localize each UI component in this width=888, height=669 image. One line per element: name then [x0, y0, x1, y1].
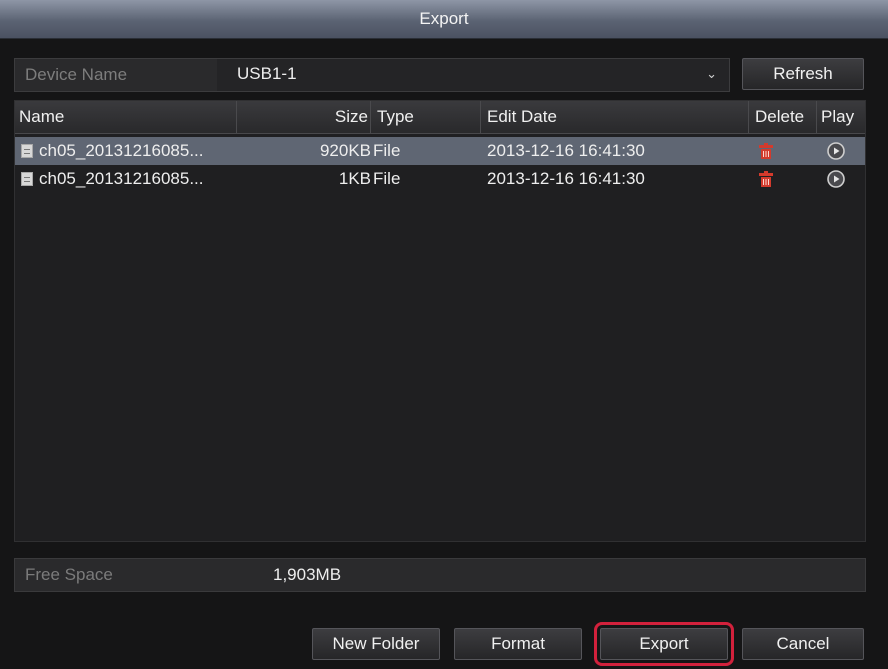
chevron-down-icon: ⌄ — [706, 66, 717, 81]
column-header-delete: Delete — [749, 101, 817, 133]
file-size: 920KB — [319, 141, 371, 160]
file-type: File — [373, 141, 401, 160]
device-name-label: Device Name — [25, 65, 128, 84]
file-type: File — [373, 169, 401, 188]
delete-icon[interactable] — [759, 143, 773, 159]
file-row[interactable]: ch05_20131216085... 920KB File 2013-12-1… — [15, 137, 865, 165]
file-row[interactable]: ch05_20131216085... 1KB File 2013-12-16 … — [15, 165, 865, 193]
play-icon[interactable] — [827, 142, 845, 160]
format-button[interactable]: Format — [454, 628, 582, 660]
file-list: Name Size Type Edit Date Delete Play ch0… — [14, 100, 866, 542]
column-header-name[interactable]: Name — [15, 101, 237, 133]
window-title: Export — [419, 9, 469, 28]
column-header-play: Play — [821, 107, 855, 126]
column-header-type[interactable]: Type — [371, 101, 481, 133]
delete-icon[interactable] — [759, 171, 773, 187]
play-icon[interactable] — [827, 170, 845, 188]
file-icon — [21, 144, 33, 158]
free-space-value: 1,903MB — [273, 565, 342, 584]
file-name: ch05_20131216085... — [39, 169, 204, 188]
free-space-label: Free Space — [25, 565, 113, 584]
new-folder-button[interactable]: New Folder — [312, 628, 440, 660]
file-name: ch05_20131216085... — [39, 141, 204, 160]
device-name-value: USB1-1 — [237, 64, 297, 83]
file-edit-date: 2013-12-16 16:41:30 — [487, 141, 645, 160]
file-size: 1KB — [338, 169, 371, 188]
free-space-row: Free Space 1,903MB — [14, 558, 866, 592]
device-name-row: Device Name USB1-1 ⌄ — [14, 58, 730, 92]
refresh-button[interactable]: Refresh — [742, 58, 864, 90]
device-name-select[interactable]: USB1-1 ⌄ — [217, 59, 729, 91]
file-edit-date: 2013-12-16 16:41:30 — [487, 169, 645, 188]
window-title-bar: Export — [0, 0, 888, 39]
cancel-button[interactable]: Cancel — [742, 628, 864, 660]
export-button[interactable]: Export — [594, 622, 734, 666]
column-header-size[interactable]: Size — [237, 101, 371, 133]
file-list-header: Name Size Type Edit Date Delete Play — [15, 101, 865, 134]
file-icon — [21, 172, 33, 186]
column-header-edit-date[interactable]: Edit Date — [481, 101, 749, 133]
